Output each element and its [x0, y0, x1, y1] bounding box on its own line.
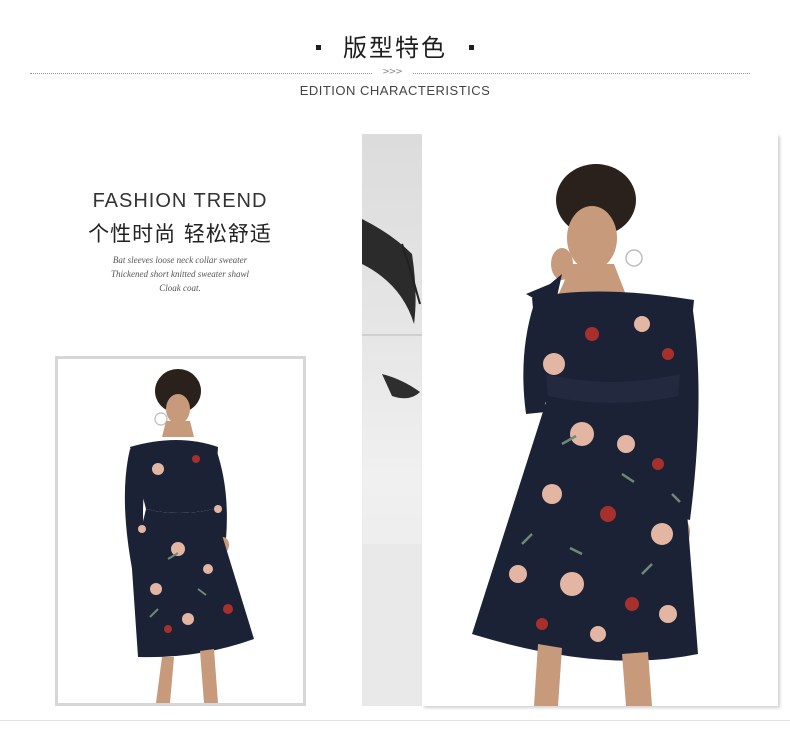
trend-description-line: Bat sleeves loose neck collar sweater — [112, 255, 248, 265]
trend-description: Bat sleeves loose neck collar sweater Th… — [90, 253, 270, 295]
trend-description-line: Thickened short knitted sweater shawl — [111, 269, 249, 279]
section-subtitle: EDITION CHARACTERISTICS — [299, 83, 491, 98]
trend-title-en: FASHION TREND — [92, 190, 268, 212]
bottom-divider — [0, 720, 790, 721]
model-front-illustration — [472, 164, 699, 706]
bullet-square-icon — [469, 44, 474, 50]
bullet-square-icon — [316, 44, 321, 50]
trend-description-line: Cloak coat. — [159, 283, 201, 293]
triple-arrow-icon: >>> — [372, 67, 412, 77]
trend-title-zh: 个性时尚 轻松舒适 — [88, 222, 272, 246]
section-title-text: 版型特色 — [343, 34, 447, 62]
product-photo-side — [55, 356, 306, 706]
product-photo-front — [422, 134, 778, 706]
plant-leaves-illustration — [362, 219, 424, 704]
model-side-illustration — [124, 369, 254, 703]
background-plant-strip — [362, 134, 424, 706]
section-title: 版型特色 — [0, 28, 790, 63]
